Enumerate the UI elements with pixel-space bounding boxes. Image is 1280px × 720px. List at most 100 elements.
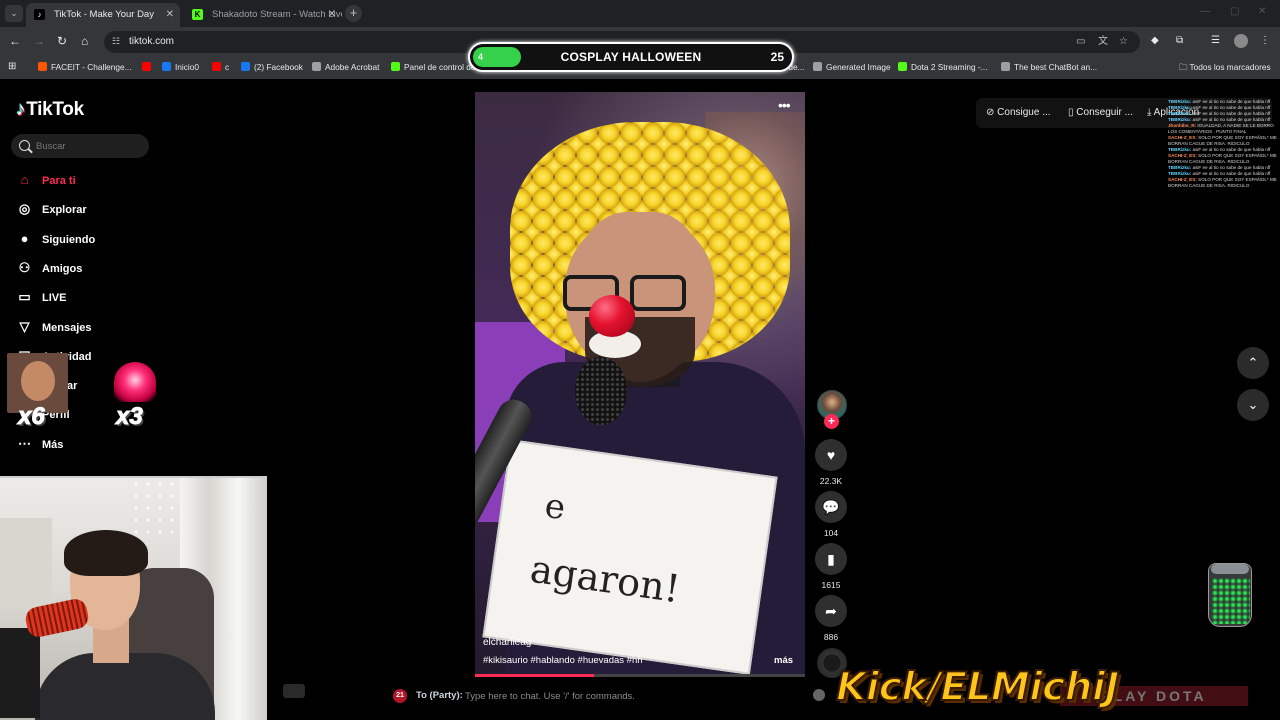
get-coins-button[interactable]: ⊘ Consigue ... [986,101,1051,125]
bookmark-label: (2) Facebook [254,62,303,72]
live-tv-icon: ▭ [18,289,31,305]
extension-diamond-icon[interactable]: ◆ [1151,35,1159,46]
chat-message: asiF ee al tio no sabe de que habla nff [1192,105,1271,110]
siren-light-icon [110,362,160,402]
previous-video-button[interactable]: ⌃ [1237,347,1269,379]
chat-username: SACHI-Z_ES: [1168,177,1197,182]
bookmark-item[interactable]: The best ChatBot an... [1001,57,1097,77]
tab-search-chevron-icon[interactable]: ⌄ [5,5,23,22]
search-icon[interactable] [19,140,30,151]
tab-shakadoto[interactable]: K Shakadoto Stream - Watch Live ✕ [184,3,342,27]
window-close-icon[interactable]: ✕ [1258,6,1266,17]
chat-message: asiF ee al tio no sabe de que habla nff [1192,117,1271,122]
sidebar-item-label: Más [42,438,64,451]
sidebar-item-m-s[interactable]: ⋯ Más [16,434,63,454]
bookmark-favicon-icon [1001,62,1010,71]
chat-message: asiF ee al tio no sabe de que habla nff [1192,99,1271,104]
tab-close-icon[interactable]: ✕ [328,3,336,27]
next-video-button[interactable]: ⌄ [1237,389,1269,421]
caption-more-link[interactable]: más [774,655,793,666]
bookmark-item[interactable]: (2) Facebook [241,57,303,77]
chat-username: TBBRizku: [1168,171,1192,176]
home-icon[interactable]: ⌂ [81,34,88,49]
video-options-icon[interactable]: ••• [778,98,791,112]
tab-title: TikTok - Make Your Day [54,9,154,20]
back-icon[interactable]: ← [9,34,21,49]
bookmark-item[interactable]: FACEIT - Challenge... [38,57,132,77]
chat-username: Jhonhibo_R: [1168,123,1197,128]
bookmark-star-icon[interactable]: ☆ [1119,36,1128,48]
bookmark-favicon-icon [38,62,47,71]
follow-plus-button[interactable]: + [824,414,839,429]
maximize-icon[interactable]: ▢ [1230,6,1239,17]
chat-message: SOLO POR QUE SOY ESPAÑOL* ME [1198,177,1277,182]
compass-icon: ◎ [18,201,31,217]
site-info-icon[interactable]: ☷ [112,36,123,47]
reading-list-icon[interactable]: ☰ [1211,35,1220,46]
share-button[interactable]: ➦ [815,595,847,627]
chat-username: TBBRizku: [1168,147,1192,152]
bookmark-item[interactable]: c [212,57,229,77]
chat-message: asiF ee al tio no sabe de que habla nff [1192,147,1271,152]
save-button[interactable]: ▮ [815,543,847,575]
bookmark-item[interactable]: Inicio0 [162,57,199,77]
chat-message: BORRAN CAGUE DE RISA. RIDICULO [1168,159,1250,164]
minimize-icon[interactable]: — [1200,6,1210,17]
sidebar-item-label: LIVE [42,292,67,305]
chat-message: IGUALDAD, A NADIE SE LE BORRO [1197,123,1274,128]
kick-channel-banner: Kick/ELMichiJ [835,664,1120,711]
url-text[interactable]: tiktok.com [129,31,174,53]
sidebar-item-label: Mensajes [42,321,92,334]
bookmark-item[interactable]: Dota 2 Streaming -... [898,57,988,77]
video-author[interactable]: elcharlieag [483,637,531,648]
bookmark-item[interactable]: Adobe Acrobat [312,57,379,77]
sidebar-item-siguiendo[interactable]: ● Siguiendo [16,229,96,249]
kick-favicon-icon: K [192,9,203,20]
coin-icon: ⊘ [986,107,998,118]
multiplier-right: x3 [116,403,144,431]
bookmark-item[interactable]: Generated Image [813,57,891,77]
apps-grid-icon[interactable]: ⊞ [8,57,16,77]
browser-menu-icon[interactable]: ⋮ [1260,35,1270,46]
video-player[interactable]: e agaron! ••• elcharlieag #kikisaurio #h… [475,92,805,677]
chat-message: BORRAN CAGUE DE RISA. RIDICULO [1168,141,1250,146]
get-app-label: Conseguir ... [1076,107,1133,118]
tab-title: Shakadoto Stream - Watch Live [212,9,342,20]
bookmark-favicon-icon [312,62,321,71]
sidebar-item-amigos[interactable]: ⚇ Amigos [16,258,83,278]
friends-icon: ⚇ [18,259,31,275]
emoji-icon[interactable] [813,689,825,701]
chat-channel-icon[interactable] [283,684,305,698]
profile-avatar[interactable] [1234,34,1248,48]
tiktok-logo[interactable]: ♪TikTok [16,99,84,121]
comment-button[interactable]: 💬 [815,491,847,523]
bookmark-label: Generated Image [826,62,891,72]
comment-count: 104 [823,528,839,538]
sidebar-item-para-ti[interactable]: ⌂ Para ti [16,170,76,190]
sidebar-item-mensajes[interactable]: ▽ Mensajes [16,317,92,337]
bookmark-item[interactable] [142,57,155,77]
reload-icon[interactable]: ↻ [57,34,67,49]
translate-icon[interactable]: 文 [1098,36,1108,48]
cast-icon[interactable]: ▭ [1076,36,1085,48]
forward-icon[interactable]: → [33,34,45,49]
video-progress[interactable] [475,674,805,677]
chevron-down-icon: ⌄ [1247,397,1259,412]
all-bookmarks-label: Todos los marcadores [1189,62,1271,72]
chat-username: SACHI-Z_ES: [1168,153,1197,158]
all-bookmarks-folder[interactable]: 🗀 Todos los marcadores [1179,57,1271,77]
sidebar-item-live[interactable]: ▭ LIVE [16,287,66,307]
sidebar-item-explorar[interactable]: ◎ Explorar [16,199,87,219]
like-button[interactable]: ♥ [815,439,847,471]
glasses-right [630,275,686,311]
new-tab-button[interactable]: + [345,5,362,22]
chat-message: LOS COMENTARIOS . PUNTO FINAL [1168,129,1247,134]
tab-tiktok[interactable]: ♪ TikTok - Make Your Day ✕ [26,3,180,27]
extensions-puzzle-icon[interactable]: ⧉ [1176,35,1183,46]
chat-username: TBBRizku: [1168,117,1192,122]
chat-username: TBBRizku: [1168,105,1192,110]
search-input[interactable] [36,134,144,158]
tiktok-favicon-icon: ♪ [34,9,45,20]
get-app-button[interactable]: ▯ Conseguir ... [1068,101,1133,125]
tab-close-icon[interactable]: ✕ [166,3,174,27]
